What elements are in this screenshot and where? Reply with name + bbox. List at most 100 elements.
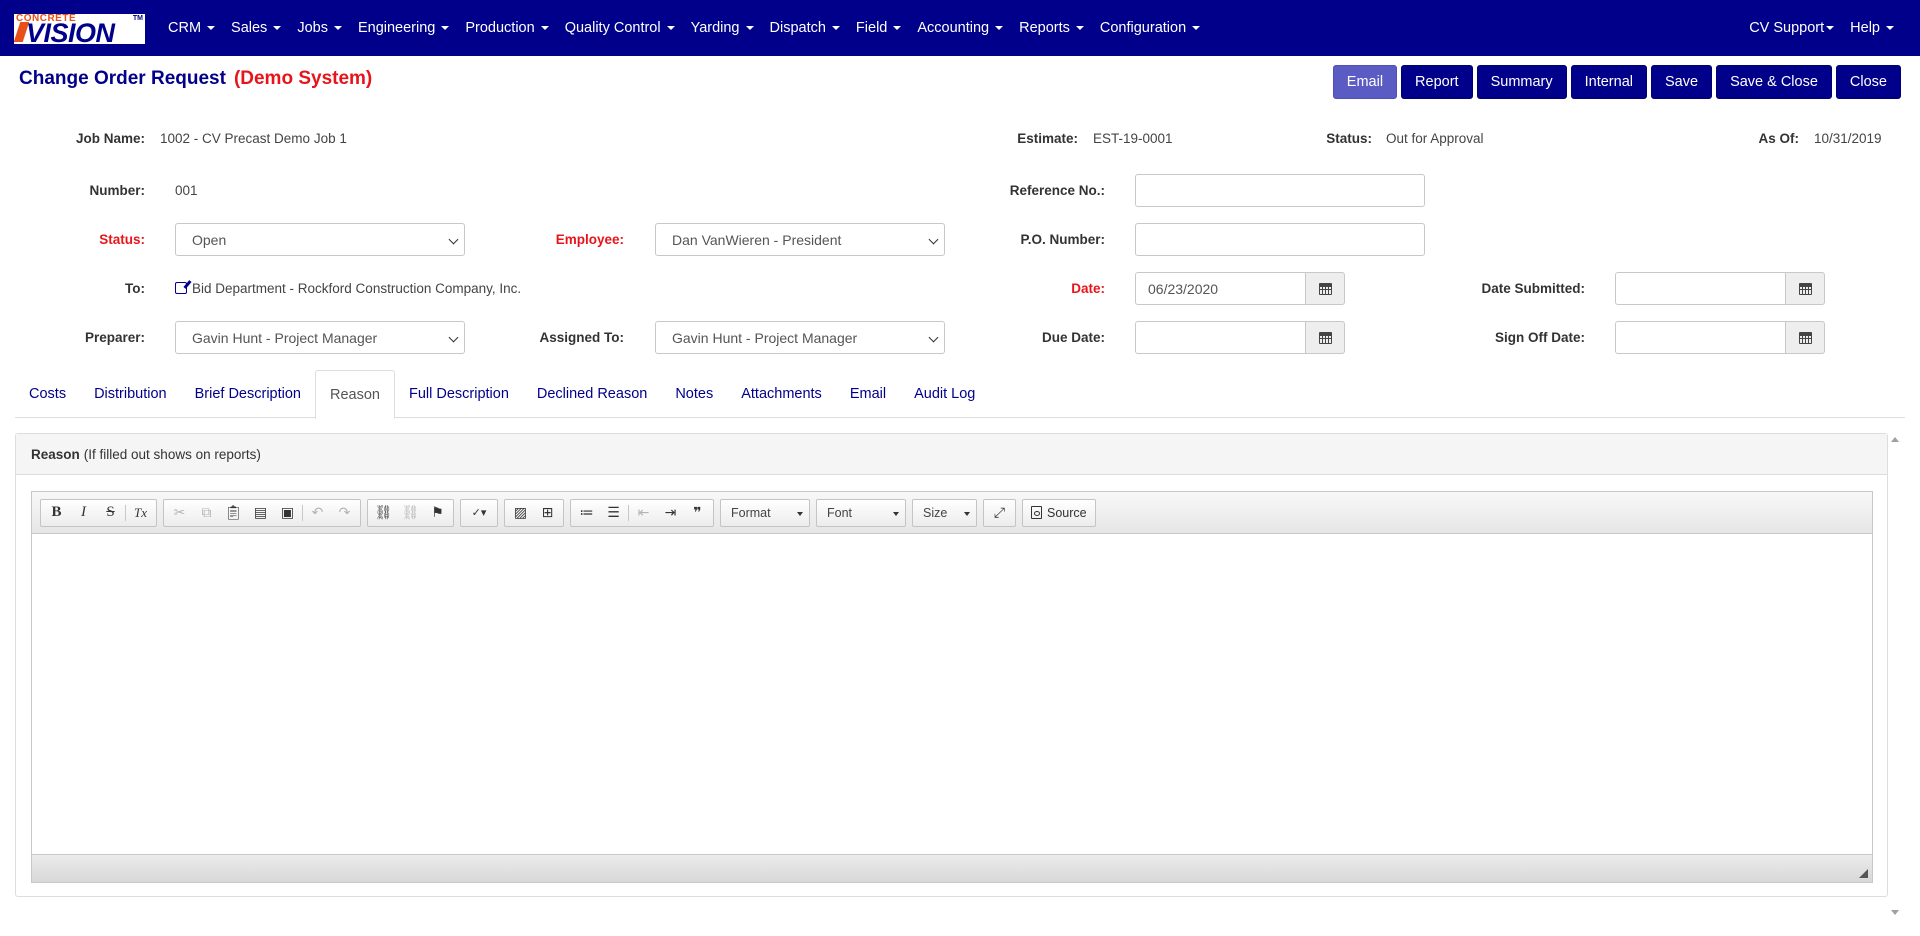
toolbar-group-basic: B I S Tx <box>40 498 157 527</box>
bulleted-list-icon[interactable]: ☰ <box>600 501 627 525</box>
source-button[interactable]: Source <box>1025 501 1093 525</box>
report-button[interactable]: Report <box>1401 65 1473 99</box>
date-submitted-input[interactable] <box>1615 272 1786 305</box>
assigned-to-label: Assigned To: <box>539 330 624 345</box>
close-button[interactable]: Close <box>1835 65 1901 99</box>
link-icon[interactable]: ⛓ <box>370 501 397 525</box>
sign-off-date-calendar-button[interactable] <box>1786 321 1825 354</box>
sign-off-date-input[interactable] <box>1615 321 1786 354</box>
page-scrollbar[interactable] <box>1888 433 1902 919</box>
format-dropdown[interactable]: Format <box>720 498 810 527</box>
tab-distribution[interactable]: Distribution <box>80 370 181 418</box>
remove-format-icon: Tx <box>134 504 147 520</box>
email-button[interactable]: Email <box>1332 65 1398 99</box>
to-value[interactable]: Bid Department - Rockford Construction C… <box>175 281 521 296</box>
anchor-flag-icon[interactable]: ⚑ <box>424 501 451 525</box>
tab-costs[interactable]: Costs <box>15 370 80 418</box>
toolbar-group-source: Source <box>1022 498 1096 527</box>
italic-button[interactable]: I <box>70 501 97 525</box>
maximize-icon[interactable]: ⤢ <box>986 501 1013 525</box>
due-date-input[interactable] <box>1135 321 1306 354</box>
font-dropdown[interactable]: Font <box>816 498 906 527</box>
edit-icon[interactable] <box>175 282 187 294</box>
status-select[interactable]: Open <box>175 223 465 256</box>
copy-icon[interactable]: ⧉ <box>193 501 220 525</box>
caret-down-icon <box>831 26 840 30</box>
caret-down-icon <box>540 26 549 30</box>
employee-label: Employee: <box>555 232 624 247</box>
indent-icon[interactable]: ⇥ <box>657 501 684 525</box>
status-select-value: Open <box>192 231 227 248</box>
nav-yarding-label: Yarding <box>690 20 740 36</box>
preparer-select-value: Gavin Hunt - Project Manager <box>192 329 378 346</box>
nav-accounting[interactable]: Accounting <box>917 20 1004 36</box>
nav-reports[interactable]: Reports <box>1019 20 1084 36</box>
sign-off-date-field <box>1615 321 1825 354</box>
spellcheck-icon[interactable]: ✓▾ <box>463 501 495 525</box>
editor-content-area[interactable] <box>32 534 1872 854</box>
tab-email[interactable]: Email <box>836 370 900 418</box>
employee-select[interactable]: Dan VanWieren - President <box>655 223 945 256</box>
nav-yarding[interactable]: Yarding <box>691 20 754 36</box>
save-button[interactable]: Save <box>1651 65 1713 99</box>
save-close-button[interactable]: Save & Close <box>1716 65 1832 99</box>
nav-configuration-label: Configuration <box>1099 20 1187 36</box>
internal-button[interactable]: Internal <box>1570 65 1647 99</box>
summary-button[interactable]: Summary <box>1476 65 1567 99</box>
nav-field-label: Field <box>855 20 888 36</box>
concrete-vision-logo[interactable]: CONCRETE VISION TM <box>14 14 145 44</box>
resize-handle-icon[interactable] <box>1859 869 1868 878</box>
tab-declined-reason[interactable]: Declined Reason <box>523 370 661 418</box>
date-submitted-calendar-button[interactable] <box>1786 272 1825 305</box>
nav-jobs[interactable]: Jobs <box>297 20 342 36</box>
paste-text-icon[interactable]: ▤ <box>247 501 274 525</box>
nav-help[interactable]: Help <box>1850 20 1894 36</box>
paste-word-icon[interactable]: ▣ <box>274 501 301 525</box>
table-icon[interactable]: ⊞ <box>534 501 561 525</box>
size-dropdown[interactable]: Size <box>912 498 977 527</box>
undo-icon[interactable]: ↶ <box>304 501 331 525</box>
date-calendar-button[interactable] <box>1306 272 1345 305</box>
image-icon[interactable]: ▨ <box>507 501 534 525</box>
cut-icon[interactable]: ✂ <box>166 501 193 525</box>
numbered-list-icon[interactable]: ≔ <box>573 501 600 525</box>
scroll-up-arrow-icon[interactable] <box>1891 437 1899 442</box>
reference-input[interactable] <box>1135 174 1425 207</box>
nav-quality-control[interactable]: Quality Control <box>565 20 675 36</box>
remove-format-button[interactable]: Tx <box>127 501 154 525</box>
tab-audit-log[interactable]: Audit Log <box>900 370 989 418</box>
nav-crm[interactable]: CRM <box>168 20 216 36</box>
nav-engineering[interactable]: Engineering <box>358 20 450 36</box>
nav-sales-label: Sales <box>231 20 268 36</box>
assigned-to-select[interactable]: Gavin Hunt - Project Manager <box>655 321 945 354</box>
caret-down-icon <box>995 26 1004 30</box>
nav-cv-support[interactable]: CV Support <box>1749 20 1835 36</box>
nav-configuration[interactable]: Configuration <box>1099 20 1201 36</box>
bold-button[interactable]: B <box>43 501 70 525</box>
number-label: Number: <box>89 183 145 198</box>
nav-field[interactable]: Field <box>855 20 902 36</box>
nav-production[interactable]: Production <box>465 20 549 36</box>
nav-sales[interactable]: Sales <box>231 20 282 36</box>
preparer-select[interactable]: Gavin Hunt - Project Manager <box>175 321 465 354</box>
scroll-down-arrow-icon[interactable] <box>1891 910 1899 915</box>
employee-select-value: Dan VanWieren - President <box>672 231 842 248</box>
blockquote-icon[interactable]: ❞ <box>684 501 711 525</box>
due-date-calendar-button[interactable] <box>1306 321 1345 354</box>
unlink-icon[interactable]: ⛓ <box>397 501 424 525</box>
tab-full-description[interactable]: Full Description <box>395 370 523 418</box>
outdent-icon[interactable]: ⇤ <box>630 501 657 525</box>
tab-attachments[interactable]: Attachments <box>727 370 836 418</box>
strikethrough-button[interactable]: S <box>97 501 124 525</box>
tab-reason[interactable]: Reason <box>314 370 395 419</box>
tab-brief-description[interactable]: Brief Description <box>181 370 315 418</box>
page-title-text: Change Order Request <box>19 68 226 89</box>
paste-icon[interactable]: 📋︎ <box>220 501 247 525</box>
nav-dispatch[interactable]: Dispatch <box>770 20 840 36</box>
caret-down-icon <box>1886 26 1894 30</box>
tab-notes[interactable]: Notes <box>661 370 727 418</box>
sign-off-date-label: Sign Off Date: <box>1495 330 1585 345</box>
redo-icon[interactable]: ↷ <box>331 501 358 525</box>
date-input[interactable]: 06/23/2020 <box>1135 272 1306 305</box>
po-number-input[interactable] <box>1135 223 1425 256</box>
